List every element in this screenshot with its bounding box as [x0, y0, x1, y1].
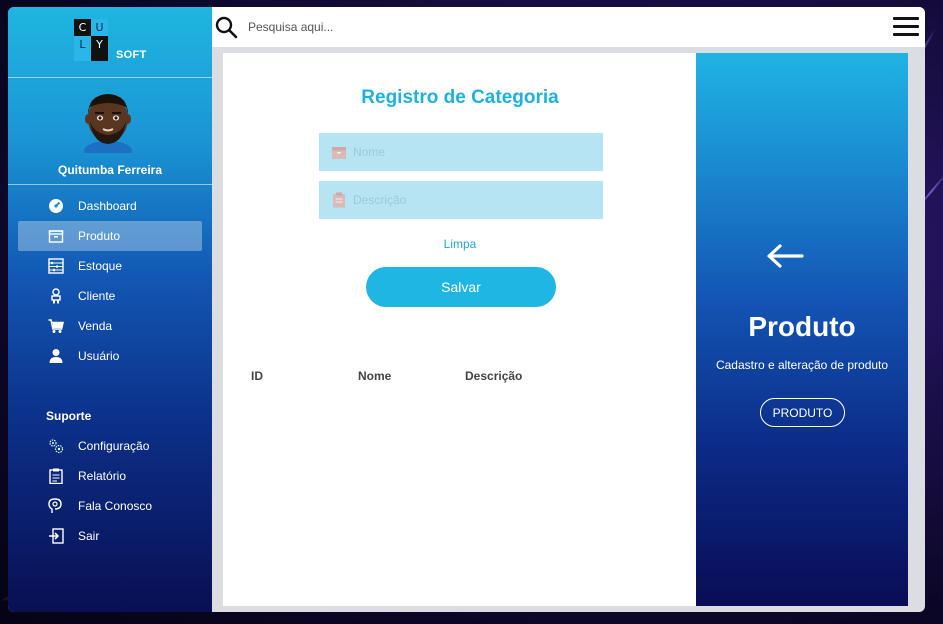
sidebar-item-label: Venda: [78, 319, 113, 333]
column-header-nome[interactable]: Nome: [358, 369, 391, 383]
sidebar-item-label: Dashboard: [78, 199, 137, 213]
panel-subtitle: Cadastro e alteração de produto: [715, 358, 889, 372]
column-header-id[interactable]: ID: [251, 369, 263, 383]
sidebar-item-label: Estoque: [78, 259, 123, 273]
logo-block: [91, 53, 108, 61]
sidebar-item-estoque[interactable]: Estoque: [18, 251, 202, 281]
exit-icon: [49, 528, 64, 544]
panel-title: Produto: [748, 311, 856, 342]
sidebar-item-label: Usuário: [78, 349, 120, 363]
produto-button[interactable]: PRODUTO: [760, 398, 845, 427]
logo-letter: Y: [91, 36, 108, 53]
sidebar-item-dashboard[interactable]: Dashboard: [18, 191, 202, 221]
box-icon: [332, 147, 346, 159]
column-header-descricao[interactable]: Descrição: [465, 369, 522, 383]
user-icon: [49, 349, 63, 363]
search-input[interactable]: [248, 16, 748, 38]
avatar[interactable]: [80, 89, 136, 153]
main-content: Registro de Categoria Limpa Salvar ID No…: [223, 53, 697, 606]
person-icon: [51, 288, 61, 304]
support-nav: Configuração Relatório Fala Conosco Sair: [18, 431, 202, 551]
info-panel: Produto Cadastro e alteração de produto …: [696, 53, 908, 606]
logo-suffix: SOFT: [116, 49, 147, 61]
sidebar-nav: Dashboard Produto Estoque Cliente Venda …: [18, 191, 202, 371]
logo-letter: C: [74, 19, 91, 36]
description-field[interactable]: [319, 181, 603, 219]
support-section-title: Suporte: [46, 409, 92, 423]
logo-letter: L: [74, 36, 91, 53]
hamburger-menu-icon[interactable]: [893, 17, 919, 37]
sidebar-item-produto[interactable]: Produto: [18, 221, 202, 251]
sidebar-item-label: Sair: [78, 529, 100, 543]
user-name: Quitumba Ferreira: [57, 163, 163, 177]
app-window: C U L Y SOFT Quitumba Ferreira Dashboard…: [8, 7, 925, 612]
sidebar-item-label: Cliente: [78, 289, 116, 303]
logo-block: [74, 53, 91, 61]
description-input[interactable]: [353, 181, 599, 219]
search-icon[interactable]: [214, 15, 238, 39]
cart-icon: [48, 319, 64, 333]
name-field[interactable]: [319, 133, 603, 171]
sidebar-item-label: Fala Conosco: [78, 499, 153, 513]
sidebar-item-label: Relatório: [78, 469, 127, 483]
save-button[interactable]: Salvar: [366, 267, 556, 307]
logo-letter: U: [91, 19, 108, 36]
box-icon: [48, 230, 64, 243]
sidebar-item-usuario[interactable]: Usuário: [18, 341, 202, 371]
form-title: Registro de Categoria: [361, 87, 559, 108]
speedometer-icon: [49, 199, 63, 213]
sidebar-item-fala-conosco[interactable]: Fala Conosco: [18, 491, 202, 521]
name-input[interactable]: [353, 133, 599, 171]
clear-link[interactable]: Limpa: [223, 237, 697, 251]
logo[interactable]: C U L Y SOFT: [74, 19, 164, 71]
arrow-left-icon[interactable]: [766, 243, 804, 269]
sidebar-divider: [8, 77, 212, 78]
sidebar-item-venda[interactable]: Venda: [18, 311, 202, 341]
sidebar: C U L Y SOFT Quitumba Ferreira Dashboard…: [8, 7, 212, 612]
chat-icon: [48, 498, 62, 513]
sidebar-item-cliente[interactable]: Cliente: [18, 281, 202, 311]
sidebar-item-label: Produto: [78, 229, 121, 243]
report-icon: [49, 468, 63, 484]
top-bar: [212, 7, 925, 47]
sidebar-item-relatorio[interactable]: Relatório: [18, 461, 202, 491]
sidebar-item-label: Configuração: [78, 439, 150, 453]
abacus-icon: [48, 258, 64, 274]
clipboard-icon: [333, 192, 345, 208]
sidebar-item-sair[interactable]: Sair: [18, 521, 202, 551]
sidebar-divider: [8, 184, 212, 185]
sidebar-item-configuracao[interactable]: Configuração: [18, 431, 202, 461]
gears-icon: [49, 439, 64, 454]
